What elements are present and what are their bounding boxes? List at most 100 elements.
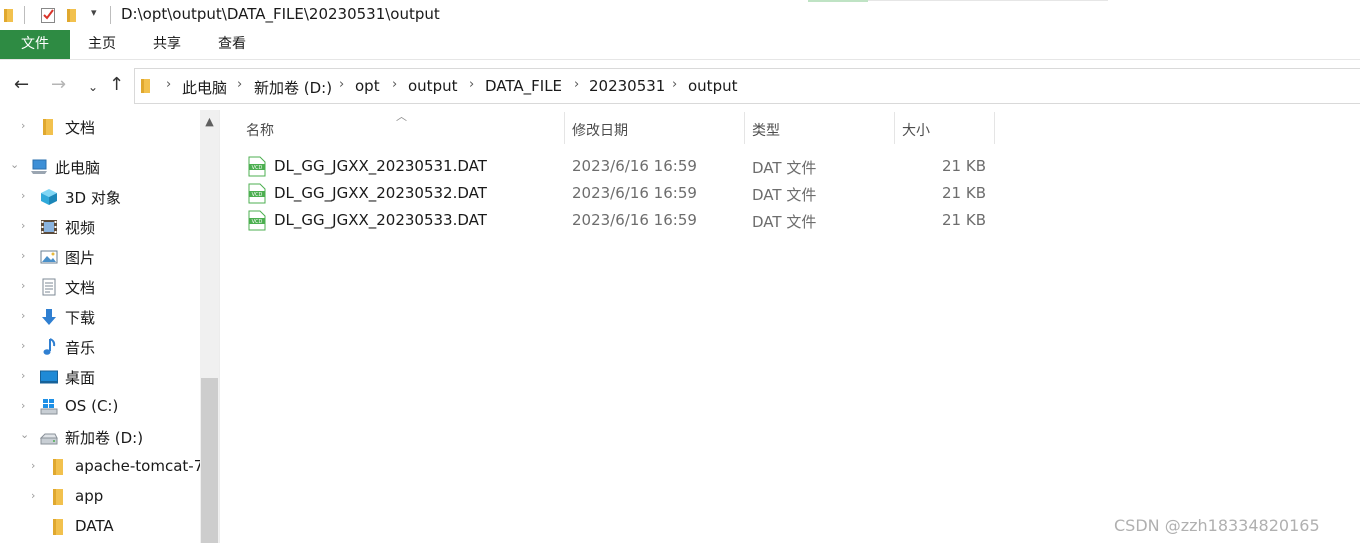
folder-icon <box>53 519 63 535</box>
breadcrumb-item[interactable]: opt <box>355 77 380 95</box>
table-row[interactable]: VCD DL_GG_JGXX_20230532.DAT 2023/6/16 16… <box>244 180 1004 206</box>
expand-chevron-icon[interactable]: › <box>31 489 35 502</box>
breadcrumb-separator-icon[interactable]: › <box>166 77 171 92</box>
sidebar-item-label: OS (C:) <box>65 397 119 415</box>
column-header-date[interactable]: 修改日期 <box>565 110 745 146</box>
sidebar-item-label: 桌面 <box>65 369 96 387</box>
computer-icon <box>31 159 47 174</box>
watermark: CSDN @zzh18334820165 <box>1114 516 1320 535</box>
folder-icon <box>53 489 63 505</box>
column-divider[interactable] <box>994 112 995 144</box>
sidebar-item-videos[interactable]: › 视频 <box>0 214 200 240</box>
file-date: 2023/6/16 16:59 <box>572 184 697 202</box>
sidebar-item-documents-quick[interactable]: › 文档 <box>0 114 200 140</box>
expand-chevron-icon[interactable]: › <box>21 339 25 352</box>
column-header-label: 修改日期 <box>572 123 628 139</box>
expand-chevron-icon[interactable]: › <box>21 279 25 292</box>
breadcrumb-item[interactable]: 新加卷 (D:) <box>254 77 332 98</box>
collapse-chevron-icon[interactable]: ⌄ <box>20 428 29 441</box>
sidebar-item-label: 视频 <box>65 219 96 237</box>
breadcrumb-item[interactable]: 20230531 <box>589 77 665 95</box>
sidebar-item-os-c[interactable]: › OS (C:) <box>0 394 200 420</box>
breadcrumb-item[interactable]: output <box>408 77 457 95</box>
3d-objects-icon <box>41 189 57 205</box>
sidebar-item-this-pc[interactable]: ⌄ 此电脑 <box>0 154 200 180</box>
file-size: 21 KB <box>942 184 986 202</box>
forward-arrow-icon[interactable]: → <box>51 74 66 96</box>
sort-ascending-icon: ︿ <box>396 110 407 123</box>
sidebar-item-label: 文档 <box>65 119 96 137</box>
documents-icon <box>42 278 56 296</box>
column-header-type[interactable]: 类型 <box>745 110 895 146</box>
sidebar-item-desktop[interactable]: › 桌面 <box>0 364 200 390</box>
folder-icon <box>141 79 150 93</box>
column-header-size[interactable]: 大小 <box>895 110 995 146</box>
column-header-label: 名称 <box>246 123 274 139</box>
expand-chevron-icon[interactable]: › <box>21 309 25 322</box>
sidebar-item-label: DATA <box>75 517 114 535</box>
file-name[interactable]: DL_GG_JGXX_20230533.DAT <box>274 211 487 229</box>
sidebar-item-3d-objects[interactable]: › 3D 对象 <box>0 184 200 210</box>
breadcrumb-separator-icon[interactable]: › <box>672 77 677 92</box>
breadcrumb-separator-icon[interactable]: › <box>392 77 397 92</box>
expand-chevron-icon[interactable]: › <box>21 369 25 382</box>
sidebar-item-pictures[interactable]: › 图片 <box>0 244 200 270</box>
breadcrumb-item[interactable]: output <box>688 77 737 95</box>
expand-chevron-icon[interactable]: › <box>31 459 35 472</box>
tab-view[interactable]: 查看 <box>208 30 256 59</box>
recent-locations-chevron-icon[interactable]: ⌄ <box>88 76 98 98</box>
windows-drive-icon <box>40 399 58 415</box>
customize-dropdown-icon[interactable]: ▾ <box>91 6 97 19</box>
new-folder-icon[interactable] <box>66 7 80 23</box>
file-icon-label: VCD <box>252 165 263 171</box>
column-header-label: 大小 <box>902 123 930 139</box>
expand-chevron-icon[interactable]: › <box>21 219 25 232</box>
scroll-up-arrow-icon[interactable]: ▲ <box>200 112 219 132</box>
folder-icon[interactable] <box>3 7 17 23</box>
expand-chevron-icon[interactable]: › <box>21 249 25 262</box>
breadcrumb-separator-icon[interactable]: › <box>339 77 344 92</box>
drive-icon <box>40 433 58 445</box>
sidebar-item-app[interactable]: › app <box>0 484 200 510</box>
sidebar-item-label: apache-tomcat-7 <box>75 457 204 475</box>
file-name[interactable]: DL_GG_JGXX_20230531.DAT <box>274 157 487 175</box>
sidebar-scrollbar[interactable]: ▲ <box>200 110 219 543</box>
sidebar-item-data[interactable]: DATA <box>0 514 200 540</box>
sidebar-item-documents[interactable]: › 文档 <box>0 274 200 300</box>
up-arrow-icon[interactable]: ↑ <box>109 74 124 96</box>
breadcrumb-separator-icon[interactable]: › <box>469 77 474 92</box>
tab-file[interactable]: 文件 <box>0 30 70 59</box>
sidebar-item-apache-tomcat[interactable]: › apache-tomcat-7 <box>0 454 204 480</box>
column-header-name[interactable]: ︿ 名称 <box>220 110 565 146</box>
music-icon <box>43 338 56 355</box>
address-bar[interactable]: › 此电脑 › 新加卷 (D:) › opt › output › DATA_F… <box>134 68 1360 104</box>
breadcrumb-item[interactable]: DATA_FILE <box>485 77 562 95</box>
sidebar-item-music[interactable]: › 音乐 <box>0 334 200 360</box>
back-arrow-icon[interactable]: ← <box>14 74 29 96</box>
desktop-icon <box>40 370 58 384</box>
scrollbar-thumb[interactable] <box>201 378 218 543</box>
breadcrumb-item[interactable]: 此电脑 <box>182 77 227 98</box>
tab-home[interactable]: 主页 <box>78 30 126 59</box>
pictures-icon <box>40 250 58 264</box>
sidebar-item-new-volume-d[interactable]: ⌄ 新加卷 (D:) <box>0 424 200 450</box>
collapse-chevron-icon[interactable]: ⌄ <box>10 158 19 171</box>
file-icon-label: VCD <box>252 219 263 225</box>
folder-icon <box>43 119 53 135</box>
expand-chevron-icon[interactable]: › <box>21 119 25 132</box>
sidebar-item-label: 音乐 <box>65 339 96 357</box>
breadcrumb-separator-icon[interactable]: › <box>574 77 579 92</box>
sidebar-item-downloads[interactable]: › 下载 <box>0 304 200 330</box>
breadcrumb-separator-icon[interactable]: › <box>237 77 242 92</box>
vcd-file-icon: VCD <box>248 210 266 231</box>
window-title: D:\opt\output\DATA_FILE\20230531\output <box>121 5 440 23</box>
expand-chevron-icon[interactable]: › <box>21 399 25 412</box>
file-type: DAT 文件 <box>752 159 817 177</box>
table-row[interactable]: VCD DL_GG_JGXX_20230531.DAT 2023/6/16 16… <box>244 153 1004 179</box>
expand-chevron-icon[interactable]: › <box>21 189 25 202</box>
tab-share[interactable]: 共享 <box>143 30 191 59</box>
file-name[interactable]: DL_GG_JGXX_20230532.DAT <box>274 184 487 202</box>
properties-check-icon[interactable] <box>40 7 57 24</box>
table-row[interactable]: VCD DL_GG_JGXX_20230533.DAT 2023/6/16 16… <box>244 207 1004 233</box>
sidebar-item-label: 3D 对象 <box>65 189 121 207</box>
